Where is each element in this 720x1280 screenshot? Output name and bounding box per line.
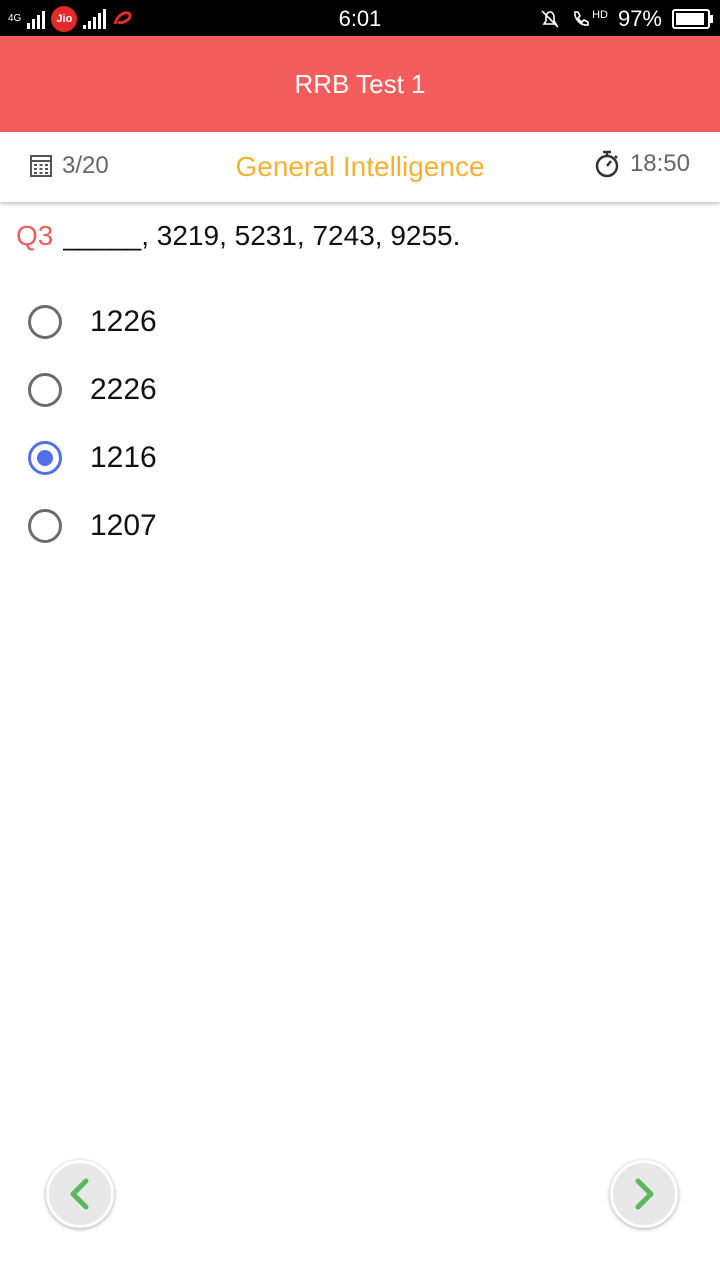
stopwatch-icon (595, 150, 619, 178)
next-question-button[interactable] (610, 1160, 678, 1228)
radio-button[interactable] (28, 373, 62, 407)
radio-button[interactable] (28, 305, 62, 339)
option-2[interactable]: 2226 (28, 356, 157, 424)
option-label: 1216 (90, 441, 157, 474)
app-title: RRB Test 1 (294, 68, 426, 99)
answer-options: 1226 2226 1216 1207 (28, 288, 157, 560)
radio-button-selected[interactable] (28, 441, 62, 475)
timer: 18:50 (594, 150, 690, 178)
status-bar: 4G Jio 6:01 HD 97% (0, 0, 720, 36)
status-right-icons: HD 97% (539, 6, 713, 32)
question-body: _____, 3219, 5231, 7243, 9255. (63, 220, 461, 251)
app-bar: RRB Test 1 (0, 36, 720, 132)
chevron-left-icon (70, 1178, 89, 1210)
mute-bell-icon (541, 10, 559, 28)
option-4[interactable]: 1207 (28, 492, 157, 560)
option-1[interactable]: 1226 (28, 288, 157, 356)
hd-call-icon: HD (571, 9, 608, 29)
hd-badge: HD (592, 9, 608, 21)
question-text: Q3 _____, 3219, 5231, 7243, 9255. (16, 220, 460, 252)
option-label: 1207 (90, 509, 157, 542)
battery-icon (672, 9, 713, 29)
option-label: 2226 (90, 373, 157, 406)
chevron-right-icon (635, 1178, 654, 1210)
question-number: Q3 (16, 220, 54, 251)
battery-percent: 97% (617, 6, 662, 31)
previous-question-button[interactable] (46, 1160, 114, 1228)
test-info-bar: 3/20 General Intelligence 18:50 (0, 132, 720, 202)
option-3[interactable]: 1216 (28, 424, 157, 492)
option-label: 1226 (90, 305, 157, 338)
timer-label: 18:50 (629, 150, 690, 177)
radio-button[interactable] (28, 509, 62, 543)
